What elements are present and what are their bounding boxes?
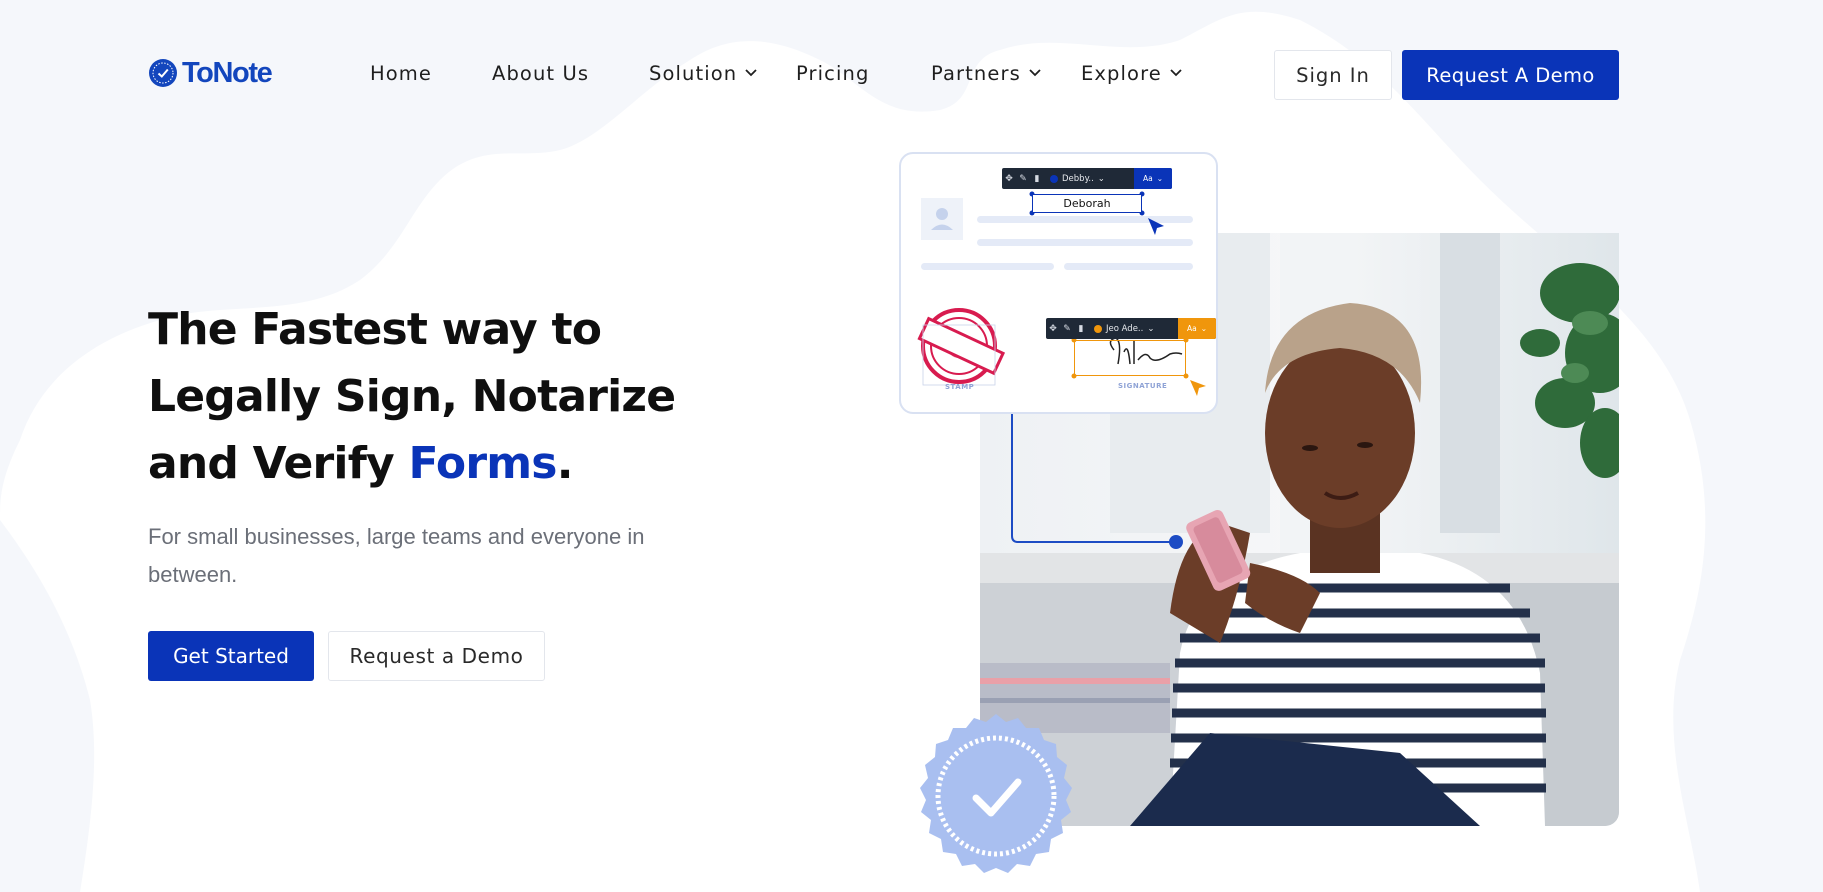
chevron-down-icon: ⌄ <box>1156 174 1164 183</box>
verified-check-badge <box>920 714 1072 873</box>
signer-color-dot <box>1050 174 1058 183</box>
move-icon[interactable]: ✥ <box>1046 324 1060 334</box>
name-field-toolbar[interactable]: ✥ ✎ ▮ Debby.. ⌄ Aa ⌄ <box>1002 168 1172 189</box>
hero-heading-line-3-suffix: . <box>556 438 574 489</box>
hero-heading-line-2: Legally Sign, Notarize <box>148 371 676 422</box>
hero-subtitle: For small businesses, large teams and ev… <box>148 524 645 587</box>
get-started-button[interactable]: Get Started <box>148 631 314 681</box>
nav-pricing[interactable]: Pricing <box>796 60 869 86</box>
signature-field[interactable] <box>1074 340 1186 376</box>
delete-icon[interactable]: ▮ <box>1074 324 1088 334</box>
name-field[interactable]: Deborah <box>1032 194 1142 213</box>
chevron-down-icon: ⌄ <box>1097 173 1105 184</box>
hero-heading-accent: Forms <box>408 438 557 489</box>
edit-icon[interactable]: ✎ <box>1060 324 1074 334</box>
chevron-down-icon: ⌄ <box>1147 323 1155 334</box>
stamp-label: STAMP <box>945 383 975 391</box>
brand-name: ToNote <box>182 56 273 89</box>
nav-solution-label: Solution <box>649 61 738 85</box>
nav-explore-label: Explore <box>1081 61 1162 85</box>
font-select[interactable]: Aa ⌄ <box>1134 168 1172 189</box>
chevron-down-icon <box>1029 69 1041 77</box>
nav-explore[interactable]: Explore <box>1081 60 1183 86</box>
signer-name: Jeo Ade.. <box>1106 323 1144 334</box>
font-select[interactable]: Aa ⌄ <box>1178 318 1216 339</box>
delete-icon[interactable]: ▮ <box>1030 174 1044 184</box>
brand-logo[interactable]: ToNote <box>148 56 273 90</box>
signer-color-dot <box>1094 324 1102 333</box>
chevron-down-icon: ⌄ <box>1200 324 1208 333</box>
chevron-down-icon <box>1170 69 1182 77</box>
request-a-demo-button[interactable]: Request a Demo <box>328 631 545 681</box>
sign-in-button[interactable]: Sign In <box>1274 50 1392 100</box>
hero-heading-line-1: The Fastest way to <box>148 304 602 355</box>
signer-select[interactable]: Debby.. ⌄ <box>1044 174 1111 184</box>
nav-solution[interactable]: Solution <box>649 60 758 86</box>
nav-partners[interactable]: Partners <box>931 60 1042 86</box>
signer-select[interactable]: Jeo Ade.. ⌄ <box>1088 324 1160 334</box>
hero-heading-line-3: and Verify Forms. <box>148 430 748 497</box>
nav-about-us[interactable]: About Us <box>492 60 589 86</box>
nav-partners-label: Partners <box>931 61 1021 85</box>
nav-home-label: Home <box>370 61 432 85</box>
connector-line <box>1011 414 1183 549</box>
request-demo-button[interactable]: Request A Demo <box>1402 50 1619 100</box>
signature-field-toolbar[interactable]: ✥ ✎ ▮ Jeo Ade.. ⌄ Aa ⌄ <box>1046 318 1216 339</box>
nav-pricing-label: Pricing <box>796 61 870 85</box>
font-label: Aa <box>1186 324 1197 333</box>
edit-icon[interactable]: ✎ <box>1016 174 1030 184</box>
hero-heading-line-3-prefix: and Verify <box>148 438 409 489</box>
signature-label: SIGNATURE <box>1118 382 1168 390</box>
nav-home[interactable]: Home <box>370 60 432 86</box>
font-label: Aa <box>1142 174 1153 183</box>
move-icon[interactable]: ✥ <box>1002 174 1016 184</box>
hero-heading: The Fastest way to Legally Sign, Notariz… <box>148 296 748 497</box>
check-circle-icon <box>149 59 177 87</box>
chevron-down-icon <box>745 69 757 77</box>
signer-name: Debby.. <box>1062 173 1094 184</box>
nav-about-us-label: About Us <box>492 61 590 85</box>
